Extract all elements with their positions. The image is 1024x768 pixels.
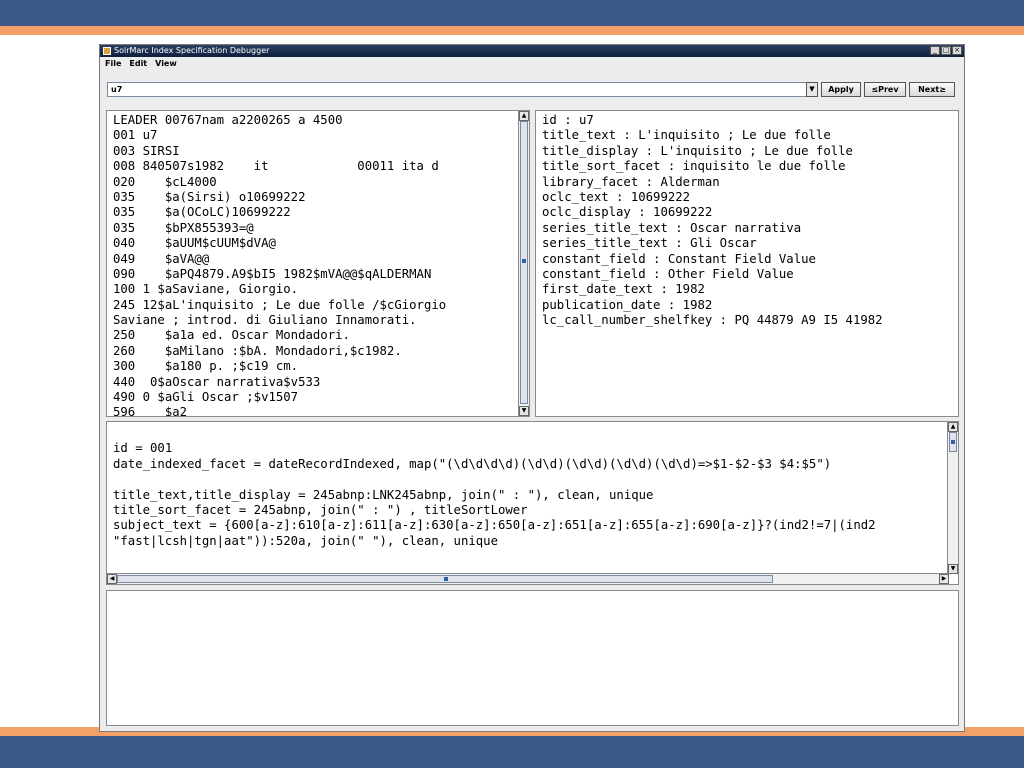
marc-record-line: 090 $aPQ4879.A9$bI5 1982$mVA@@$qALDERMAN — [113, 266, 432, 281]
marc-record-pane[interactable]: LEADER 00767nam a2200265 a 4500 001 u7 003… — [106, 110, 530, 417]
window-controls: _ □ × — [930, 46, 962, 55]
marc-record-line: 035 $a(OCoLC)10699222 — [113, 205, 291, 220]
marc-record-line: Saviane ; introd. di Giuliano Innamorati… — [113, 313, 417, 328]
marc-record-line: 040 $aUUM$cUUM$dVA@ — [113, 236, 276, 251]
index-output-line: lc_call_number_shelfkey : PQ 44879 A9 I5… — [542, 313, 883, 328]
scroll-down-icon[interactable]: ▼ — [519, 406, 529, 416]
debugger-window: SolrMarc Index Specification Debugger _ … — [99, 44, 965, 732]
marc-record-line: 260 $aMilano :$bA. Mondadori,$c1982. — [113, 343, 402, 358]
marc-record-line: 245 12$aL'inquisito ; Le due folle /$cGi… — [113, 297, 447, 312]
messages-pane[interactable] — [106, 590, 959, 726]
app-icon — [103, 47, 111, 55]
marc-record-line: 300 $a180 p. ;$c19 cm. — [113, 359, 299, 374]
index-spec-line: title_sort_facet = 245abnp, join(" : ") … — [113, 502, 528, 517]
toolbar: u7 ▼ Apply ≤Prev Next≥ — [100, 80, 964, 100]
index-spec-pane[interactable]: id = 001 date_indexed_facet = dateRecordI… — [106, 421, 959, 585]
index-output-line: constant_field : Constant Field Value — [542, 251, 816, 266]
index-output-line: series_title_text : Oscar narrativa — [542, 220, 802, 235]
index-output-line: library_facet : Alderman — [542, 174, 720, 189]
title-bar[interactable]: SolrMarc Index Specification Debugger _ … — [100, 45, 964, 57]
marc-record-text: LEADER 00767nam a2200265 a 4500 001 u7 003… — [113, 113, 447, 417]
marc-record-line: 001 u7 — [113, 128, 158, 143]
scroll-thumb[interactable] — [117, 575, 773, 583]
index-spec-text: id = 001 date_indexed_facet = dateRecordI… — [113, 426, 876, 549]
scroll-thumb[interactable] — [949, 432, 957, 452]
marc-record-line: 049 $aVA@@ — [113, 251, 210, 266]
index-spec-line: date_indexed_facet = dateRecordIndexed, … — [113, 456, 832, 471]
marc-record-line: LEADER 00767nam a2200265 a 4500 — [113, 113, 343, 127]
chevron-down-icon[interactable]: ▼ — [806, 82, 818, 97]
marc-record-line: 008 840507s1982 it 00011 ita d — [113, 159, 439, 174]
slide-top-band — [0, 0, 1024, 26]
spec-horizontal-scrollbar[interactable]: ◀ ▶ — [107, 573, 949, 584]
minimize-icon[interactable]: _ — [930, 46, 940, 55]
index-output-line: title_text : L'inquisito ; Le due folle — [542, 128, 831, 143]
prev-button[interactable]: ≤Prev — [864, 82, 906, 97]
index-output-pane[interactable]: id : u7 title_text : L'inquisito ; Le due… — [535, 110, 959, 417]
marc-record-line: 596 $a2 — [113, 405, 188, 417]
marc-record-line: 035 $a(Sirsi) o10699222 — [113, 189, 306, 204]
window-title: SolrMarc Index Specification Debugger — [114, 46, 270, 55]
grip-icon — [951, 440, 955, 444]
index-output-line: series_title_text : Gli Oscar — [542, 236, 757, 251]
marc-record-line: 003 SIRSI — [113, 143, 180, 158]
index-output-line: first_date_text : 1982 — [542, 282, 705, 297]
scroll-left-icon[interactable]: ◀ — [107, 574, 117, 584]
index-output-line: constant_field : Other Field Value — [542, 266, 794, 281]
marc-record-line: 440 0$aOscar narrativa$v533 — [113, 374, 321, 389]
close-icon[interactable]: × — [952, 46, 962, 55]
menu-view[interactable]: View — [155, 57, 177, 70]
next-button[interactable]: Next≥ — [909, 82, 955, 97]
index-output-line: title_display : L'inquisito ; Le due fol… — [542, 143, 853, 158]
index-spec-line — [113, 472, 876, 487]
menu-edit[interactable]: Edit — [129, 57, 147, 70]
marc-record-line: 100 1 $aSaviane, Giorgio. — [113, 282, 299, 297]
grip-icon — [522, 259, 526, 263]
marc-record-line: 020 $cL4000 — [113, 174, 217, 189]
menu-bar: File Edit View — [100, 57, 964, 70]
index-spec-line: "fast|lcsh|tgn|aat")):520a, join(" "), c… — [113, 533, 498, 548]
marc-record-line: 035 $bPX855393=@ — [113, 220, 254, 235]
menu-file[interactable]: File — [105, 57, 121, 70]
index-spec-line — [113, 426, 876, 441]
scroll-up-icon[interactable]: ▲ — [519, 111, 529, 121]
slide-bottom-band — [0, 736, 1024, 768]
grip-icon — [444, 577, 448, 581]
index-output-line: oclc_display : 10699222 — [542, 205, 713, 220]
index-spec-line: title_text,title_display = 245abnp:LNK24… — [113, 487, 654, 502]
scroll-down-icon[interactable]: ▼ — [948, 564, 958, 574]
record-id-combo[interactable]: u7 — [107, 82, 813, 97]
index-output-line: oclc_text : 10699222 — [542, 189, 691, 204]
index-spec-line: id = 001 — [113, 441, 173, 456]
maximize-icon[interactable]: □ — [941, 46, 951, 55]
scroll-thumb[interactable] — [520, 121, 528, 404]
index-output-line: publication_date : 1982 — [542, 297, 713, 312]
index-output-text: id : u7 title_text : L'inquisito ; Le due… — [542, 113, 883, 328]
marc-record-line: 250 $a1a ed. Oscar Mondadori. — [113, 328, 350, 343]
apply-button[interactable]: Apply — [821, 82, 861, 97]
slide-top-accent — [0, 26, 1024, 35]
marc-vertical-scrollbar[interactable]: ▲ ▼ — [518, 111, 529, 416]
scroll-up-icon[interactable]: ▲ — [948, 422, 958, 432]
index-output-line: id : u7 — [542, 113, 594, 127]
index-output-line: title_sort_facet : inquisito le due foll… — [542, 159, 846, 174]
marc-record-line: 490 0 $aGli Oscar ;$v1507 — [113, 390, 299, 405]
scroll-right-icon[interactable]: ▶ — [939, 574, 949, 584]
spec-vertical-scrollbar[interactable]: ▲ ▼ — [947, 422, 958, 574]
index-spec-line: subject_text = {600[a-z]:610[a-z]:611[a-… — [113, 518, 876, 533]
